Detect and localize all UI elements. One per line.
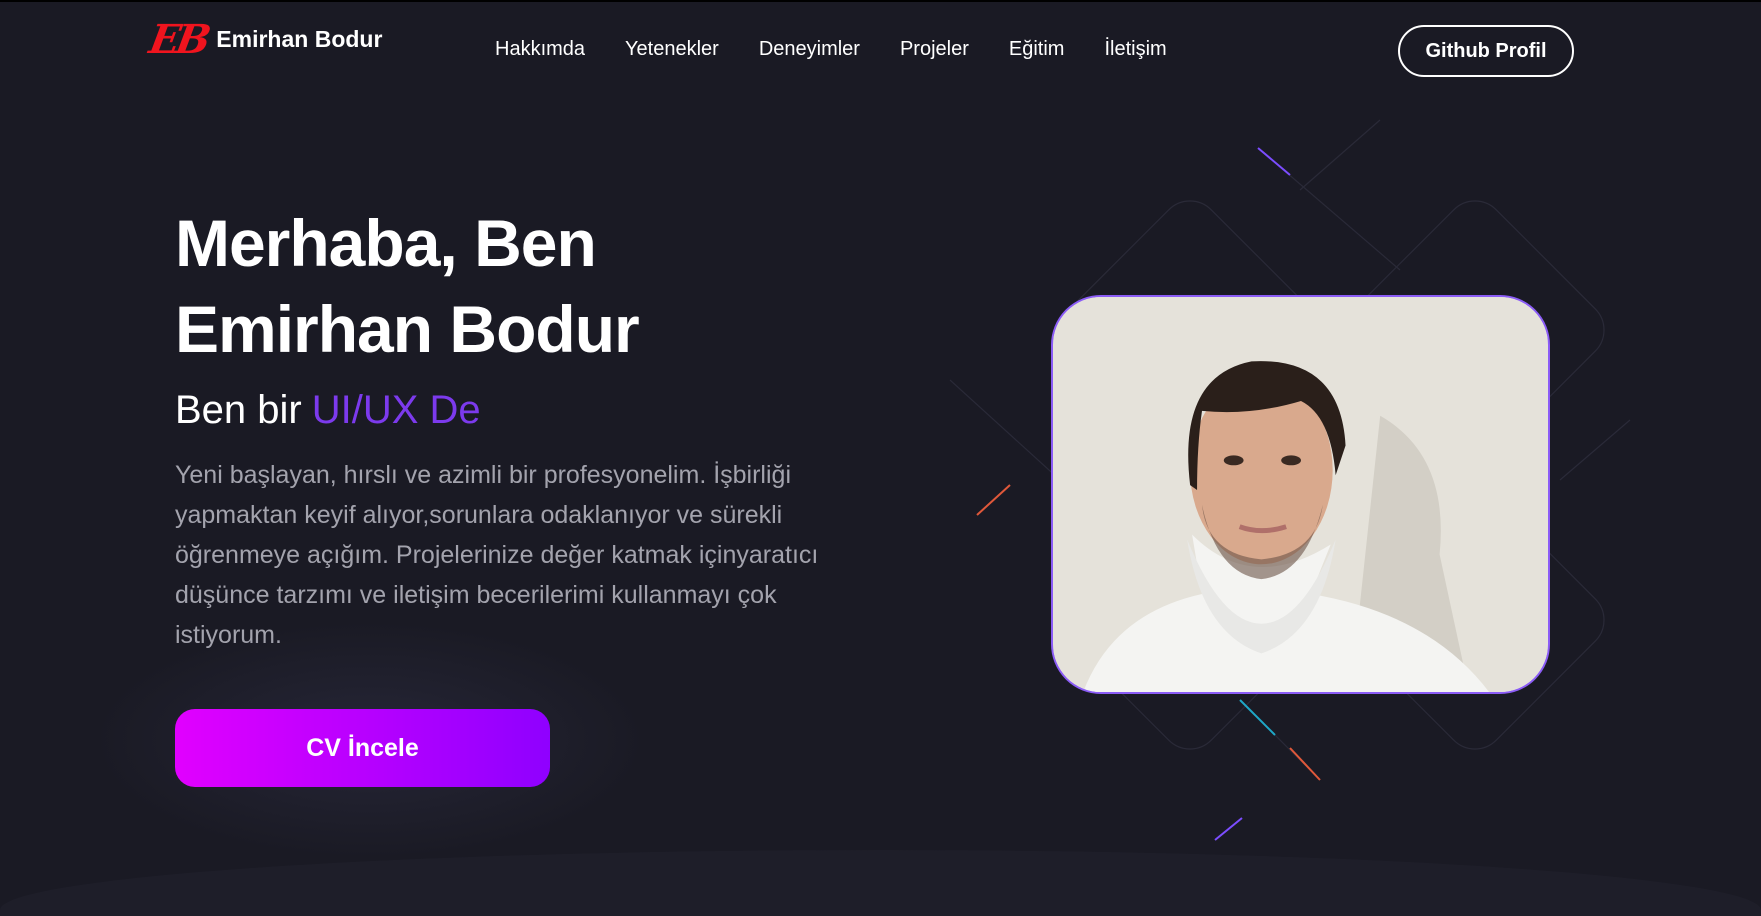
deco-line-purple2 (1214, 817, 1243, 841)
deco-line-orange2 (1289, 747, 1321, 781)
deco-line-cyan (1239, 699, 1276, 736)
deco-line-orange (976, 484, 1011, 516)
deco-line-purple (1257, 147, 1291, 176)
portrait-image (1053, 297, 1548, 692)
profile-photo (1051, 295, 1550, 694)
